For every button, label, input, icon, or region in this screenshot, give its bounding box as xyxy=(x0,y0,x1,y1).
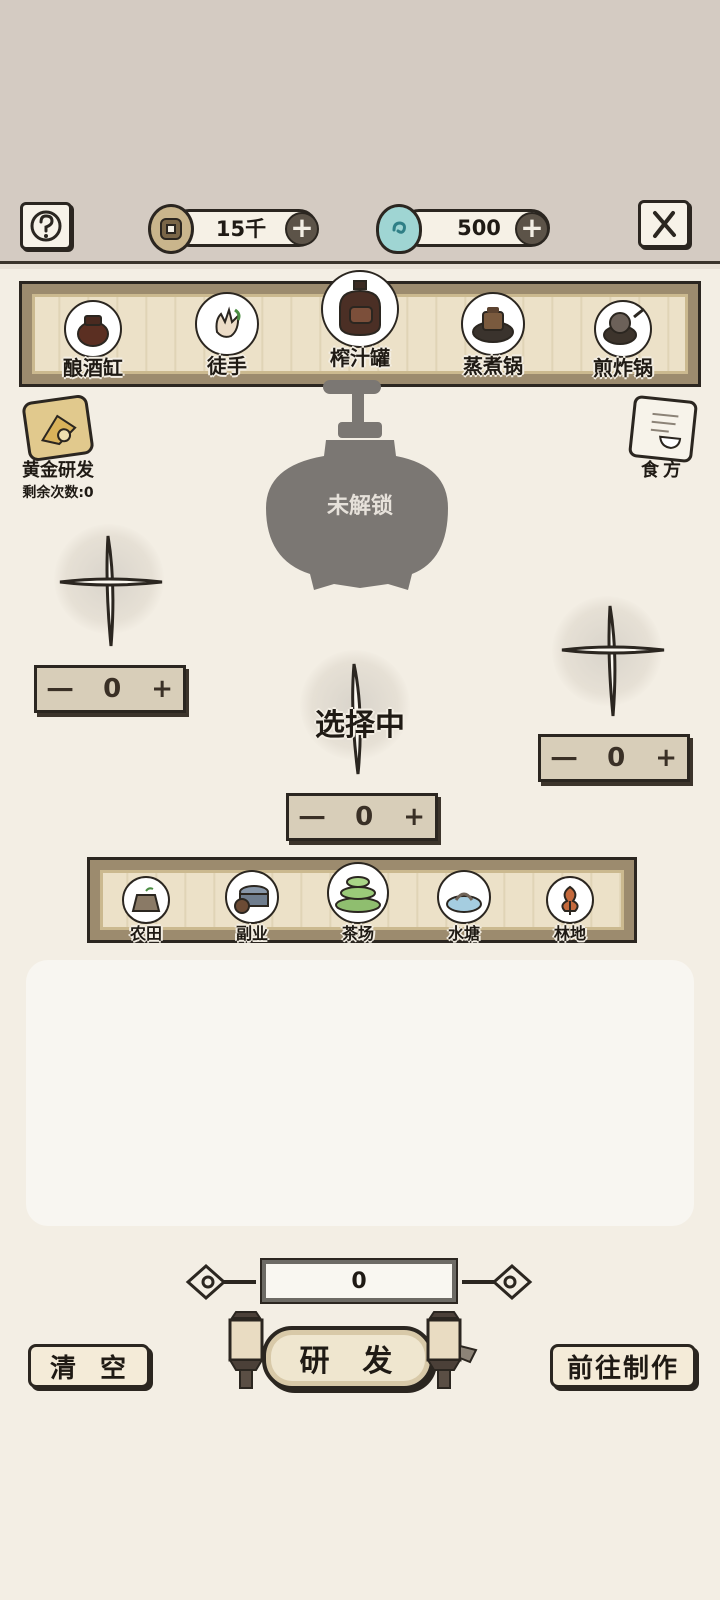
increment-button[interactable]: + xyxy=(151,674,173,704)
frying-pan-icon xyxy=(594,300,652,358)
bare-hand-icon xyxy=(195,292,259,356)
close-button[interactable] xyxy=(638,200,690,248)
tool-label: 煎炸锅 xyxy=(593,356,653,380)
source-sideline[interactable]: 副业 xyxy=(212,870,292,944)
add-coins-button[interactable]: + xyxy=(285,212,319,246)
sideline-icon xyxy=(225,870,279,924)
add-ingredient-icon xyxy=(561,605,665,717)
tool-label: 蒸煮锅 xyxy=(463,354,523,378)
tool-label: 榨汁罐 xyxy=(330,346,390,370)
copper-coin-icon xyxy=(148,204,194,254)
add-gems-button[interactable]: + xyxy=(515,212,549,246)
golden-research-label: 黄金研发 xyxy=(22,460,94,481)
device-locked-text: 未解锁 xyxy=(326,494,393,519)
goto-make-button[interactable]: 前往制作 xyxy=(550,1344,696,1388)
count-value: 0 xyxy=(607,743,626,773)
source-pond[interactable]: 水塘 xyxy=(424,870,504,944)
golden-research-remaining: 剩余次数:0 xyxy=(22,485,94,501)
recipe-button[interactable]: 食方 xyxy=(622,394,704,482)
tool-steamer-pot[interactable]: 蒸煮锅 xyxy=(438,292,548,392)
jade-egg-icon xyxy=(376,204,422,254)
recipe-book-icon xyxy=(627,394,699,464)
source-label: 茶场 xyxy=(341,924,374,943)
add-ingredient-icon xyxy=(59,535,163,647)
increment-button[interactable]: + xyxy=(403,802,425,832)
pond-icon xyxy=(437,870,491,924)
woodland-icon xyxy=(546,876,594,924)
tool-juice-barrel[interactable]: 榨汁罐 xyxy=(305,270,415,370)
wine-jar-icon xyxy=(64,300,122,358)
juice-barrel-icon xyxy=(321,270,399,348)
coin-value: 15千 xyxy=(215,217,267,241)
quantity-display: 0 xyxy=(260,1258,458,1304)
source-tea-field[interactable]: 茶场 xyxy=(318,862,398,944)
right-lantern-icon xyxy=(426,1311,478,1389)
close-icon xyxy=(653,211,676,238)
gem-value: 500 xyxy=(457,216,501,240)
slot-2-counter: 一 0 + xyxy=(286,793,438,841)
left-ornament-icon xyxy=(185,1263,256,1301)
source-farmland[interactable]: 农田 xyxy=(106,876,186,944)
golden-research-button[interactable]: 黄金研发 剩余次数:0 xyxy=(10,393,106,502)
steamer-pot-icon xyxy=(461,292,525,356)
clear-button[interactable]: 清 空 xyxy=(28,1344,150,1388)
decrement-button[interactable]: 一 xyxy=(299,799,325,836)
ingredient-list-panel xyxy=(26,960,694,1226)
tool-frying-pan[interactable]: 煎炸锅 xyxy=(568,300,678,400)
goto-make-label: 前往制作 xyxy=(566,1353,679,1384)
source-label: 农田 xyxy=(129,924,162,943)
farmland-icon xyxy=(122,876,170,924)
right-ornament-icon xyxy=(462,1263,533,1301)
help-button[interactable] xyxy=(20,202,72,250)
tool-label: 酿酒缸 xyxy=(63,356,123,380)
research-label: 研 发 xyxy=(299,1344,397,1379)
tool-bare-hand[interactable]: 徒手 xyxy=(172,292,282,392)
tea-field-icon xyxy=(327,862,389,924)
clear-label: 清 空 xyxy=(49,1353,129,1384)
top-bar xyxy=(0,0,720,269)
slot-3-counter: 一 0 + xyxy=(538,734,690,782)
decrement-button[interactable]: 一 xyxy=(551,740,577,777)
tool-wine-jar[interactable]: 酿酒缸 xyxy=(38,300,148,400)
quantity-value: 0 xyxy=(351,1268,367,1294)
source-label: 水塘 xyxy=(447,924,480,943)
question-icon xyxy=(30,210,62,242)
increment-button[interactable]: + xyxy=(655,743,677,773)
source-label: 副业 xyxy=(235,924,268,943)
count-value: 0 xyxy=(355,802,374,832)
golden-scroll-icon xyxy=(21,393,95,463)
source-woodland[interactable]: 林地 xyxy=(530,876,610,944)
source-label: 林地 xyxy=(553,924,586,943)
selecting-status: 选择中 xyxy=(315,708,405,743)
tool-label: 徒手 xyxy=(207,354,247,378)
decrement-button[interactable]: 一 xyxy=(47,671,73,708)
slot-1-counter: 一 0 + xyxy=(34,665,186,713)
count-value: 0 xyxy=(103,674,122,704)
research-button[interactable]: 研 发 xyxy=(262,1326,434,1390)
